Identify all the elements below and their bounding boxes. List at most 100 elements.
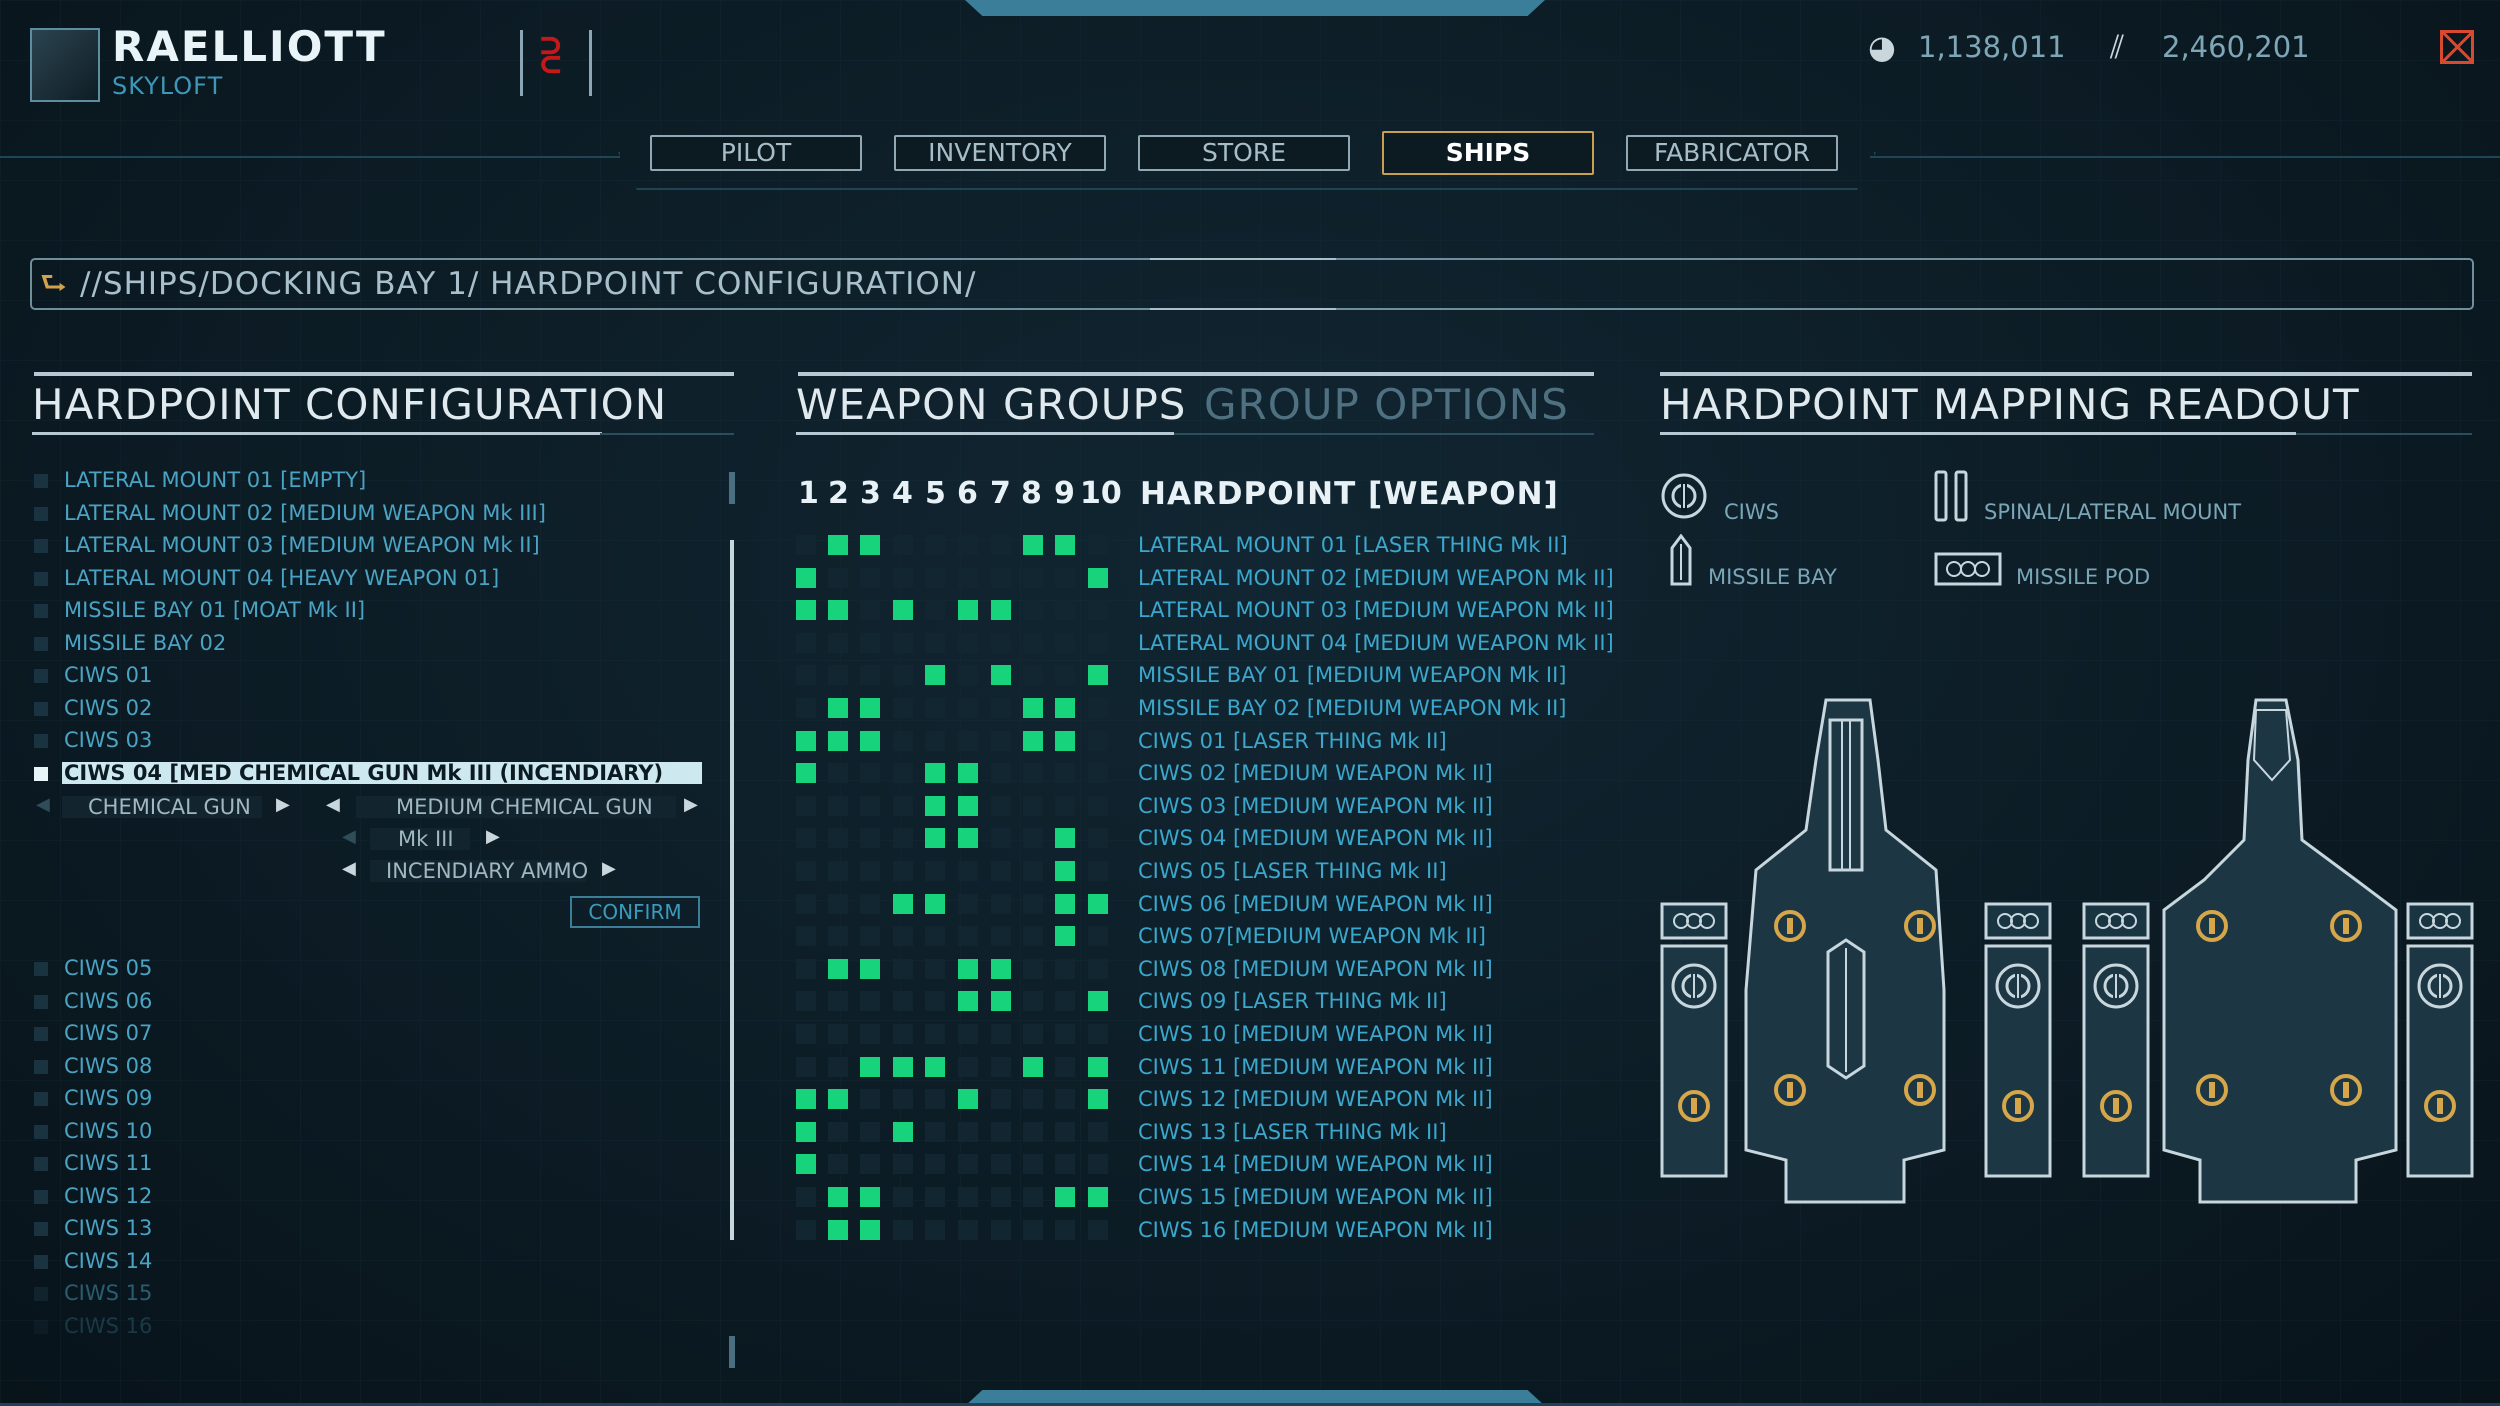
group-toggle-cell[interactable] bbox=[925, 632, 945, 653]
group-toggle-cell[interactable] bbox=[828, 535, 848, 555]
hardpoint-list-item[interactable]: CIWS 14 bbox=[34, 1247, 152, 1275]
hardpoint-list-item[interactable]: CIWS 09 bbox=[34, 1084, 152, 1112]
group-toggle-cell[interactable] bbox=[828, 861, 848, 881]
group-toggle-cell[interactable] bbox=[860, 1056, 880, 1077]
hardpoint-list-item[interactable]: CIWS 08 bbox=[34, 1052, 152, 1080]
hardpoint-list-item[interactable]: CIWS 10 bbox=[34, 1117, 152, 1145]
group-toggle-cell[interactable] bbox=[860, 600, 880, 621]
group-toggle-cell[interactable] bbox=[796, 763, 816, 784]
group-toggle-cell[interactable] bbox=[1023, 763, 1043, 784]
group-toggle-cell[interactable] bbox=[1023, 665, 1043, 686]
group-toggle-cell[interactable] bbox=[828, 828, 848, 849]
group-toggle-cell[interactable] bbox=[958, 1024, 978, 1044]
group-toggle-cell[interactable] bbox=[991, 1121, 1011, 1142]
group-toggle-cell[interactable] bbox=[860, 632, 880, 653]
group-toggle-cell[interactable] bbox=[796, 600, 816, 621]
group-toggle-cell[interactable] bbox=[925, 535, 945, 555]
group-toggle-cell[interactable] bbox=[1055, 991, 1075, 1012]
group-toggle-cell[interactable] bbox=[991, 1089, 1011, 1110]
hardpoint-list-item[interactable]: CIWS 02 bbox=[34, 694, 152, 722]
tab-inventory[interactable]: INVENTORY bbox=[894, 135, 1106, 171]
group-toggle-cell[interactable] bbox=[860, 958, 880, 979]
group-toggle-cell[interactable] bbox=[925, 1154, 945, 1175]
group-toggle-cell[interactable] bbox=[925, 698, 945, 718]
group-toggle-cell[interactable] bbox=[958, 893, 978, 914]
group-toggle-cell[interactable] bbox=[893, 958, 913, 979]
group-toggle-cell[interactable] bbox=[1088, 730, 1108, 751]
group-toggle-cell[interactable] bbox=[1055, 665, 1075, 686]
group-toggle-cell[interactable] bbox=[796, 632, 816, 653]
group-toggle-cell[interactable] bbox=[893, 1056, 913, 1077]
avatar[interactable] bbox=[30, 28, 100, 102]
group-toggle-cell[interactable] bbox=[991, 730, 1011, 751]
group-toggle-cell[interactable] bbox=[925, 567, 945, 588]
group-toggle-cell[interactable] bbox=[796, 893, 816, 914]
group-toggle-cell[interactable] bbox=[893, 926, 913, 947]
group-toggle-cell[interactable] bbox=[1088, 567, 1108, 588]
group-toggle-cell[interactable] bbox=[796, 1219, 816, 1240]
group-toggle-cell[interactable] bbox=[958, 1089, 978, 1110]
tab-pilot[interactable]: PILOT bbox=[650, 135, 862, 171]
group-toggle-cell[interactable] bbox=[1055, 1187, 1075, 1207]
group-toggle-cell[interactable] bbox=[1055, 926, 1075, 947]
ammo-next-icon[interactable]: ▶ bbox=[602, 858, 616, 879]
group-toggle-cell[interactable] bbox=[958, 763, 978, 784]
hardpoint-list-item[interactable]: CIWS 07 bbox=[34, 1019, 152, 1047]
group-toggle-cell[interactable] bbox=[1088, 958, 1108, 979]
group-toggle-cell[interactable] bbox=[828, 567, 848, 588]
group-toggle-cell[interactable] bbox=[991, 535, 1011, 555]
group-toggle-cell[interactable] bbox=[893, 893, 913, 914]
group-toggle-cell[interactable] bbox=[1055, 632, 1075, 653]
group-toggle-cell[interactable] bbox=[893, 795, 913, 816]
group-toggle-cell[interactable] bbox=[796, 665, 816, 686]
group-toggle-cell[interactable] bbox=[1088, 600, 1108, 621]
group-toggle-cell[interactable] bbox=[1055, 1024, 1075, 1044]
group-toggle-cell[interactable] bbox=[958, 861, 978, 881]
tab-fabricator[interactable]: FABRICATOR bbox=[1626, 135, 1838, 171]
group-toggle-cell[interactable] bbox=[1023, 926, 1043, 947]
group-toggle-cell[interactable] bbox=[796, 535, 816, 555]
hardpoint-list-item[interactable]: CIWS 03 bbox=[34, 726, 152, 754]
group-toggle-cell[interactable] bbox=[828, 763, 848, 784]
group-toggle-cell[interactable] bbox=[1055, 763, 1075, 784]
group-toggle-cell[interactable] bbox=[1023, 828, 1043, 849]
option-prev-icon[interactable]: ◀ bbox=[36, 794, 50, 815]
group-toggle-cell[interactable] bbox=[828, 1187, 848, 1207]
group-toggle-cell[interactable] bbox=[1055, 1056, 1075, 1077]
group-toggle-cell[interactable] bbox=[860, 1187, 880, 1207]
group-toggle-cell[interactable] bbox=[860, 535, 880, 555]
group-toggle-cell[interactable] bbox=[991, 1219, 1011, 1240]
group-toggle-cell[interactable] bbox=[893, 1187, 913, 1207]
hardpoint-list-item[interactable]: LATERAL MOUNT 02 [MEDIUM WEAPON Mk III] bbox=[34, 499, 546, 527]
group-toggle-cell[interactable] bbox=[958, 665, 978, 686]
group-toggle-cell[interactable] bbox=[1088, 1154, 1108, 1175]
group-toggle-cell[interactable] bbox=[958, 926, 978, 947]
group-toggle-cell[interactable] bbox=[958, 600, 978, 621]
group-toggle-cell[interactable] bbox=[958, 730, 978, 751]
group-toggle-cell[interactable] bbox=[1023, 861, 1043, 881]
hardpoint-list-item[interactable]: LATERAL MOUNT 04 [HEAVY WEAPON 01] bbox=[34, 564, 499, 592]
hardpoint-list-item[interactable]: MISSILE BAY 01 [MOAT Mk II] bbox=[34, 596, 365, 624]
group-toggle-cell[interactable] bbox=[1088, 1121, 1108, 1142]
group-toggle-cell[interactable] bbox=[1023, 1024, 1043, 1044]
group-toggle-cell[interactable] bbox=[1088, 828, 1108, 849]
hardpoint-list-item[interactable]: MISSILE BAY 02 bbox=[34, 629, 226, 657]
group-toggle-cell[interactable] bbox=[796, 567, 816, 588]
group-toggle-cell[interactable] bbox=[958, 698, 978, 718]
group-toggle-cell[interactable] bbox=[860, 763, 880, 784]
group-toggle-cell[interactable] bbox=[860, 828, 880, 849]
group-toggle-cell[interactable] bbox=[893, 1089, 913, 1110]
group-toggle-cell[interactable] bbox=[958, 1187, 978, 1207]
group-toggle-cell[interactable] bbox=[925, 1024, 945, 1044]
group-toggle-cell[interactable] bbox=[828, 1024, 848, 1044]
group-toggle-cell[interactable] bbox=[991, 958, 1011, 979]
group-toggle-cell[interactable] bbox=[893, 1024, 913, 1044]
back-arrow-icon[interactable]: ⮑ bbox=[40, 266, 70, 302]
selected-hardpoint[interactable]: CIWS 04 [MED CHEMICAL GUN Mk III (INCEND… bbox=[64, 759, 663, 787]
group-toggle-cell[interactable] bbox=[893, 567, 913, 588]
group-toggle-cell[interactable] bbox=[828, 730, 848, 751]
group-toggle-cell[interactable] bbox=[1023, 1089, 1043, 1110]
group-toggle-cell[interactable] bbox=[796, 958, 816, 979]
hardpoint-list-item[interactable]: LATERAL MOUNT 03 [MEDIUM WEAPON Mk II] bbox=[34, 531, 540, 559]
group-toggle-cell[interactable] bbox=[796, 861, 816, 881]
